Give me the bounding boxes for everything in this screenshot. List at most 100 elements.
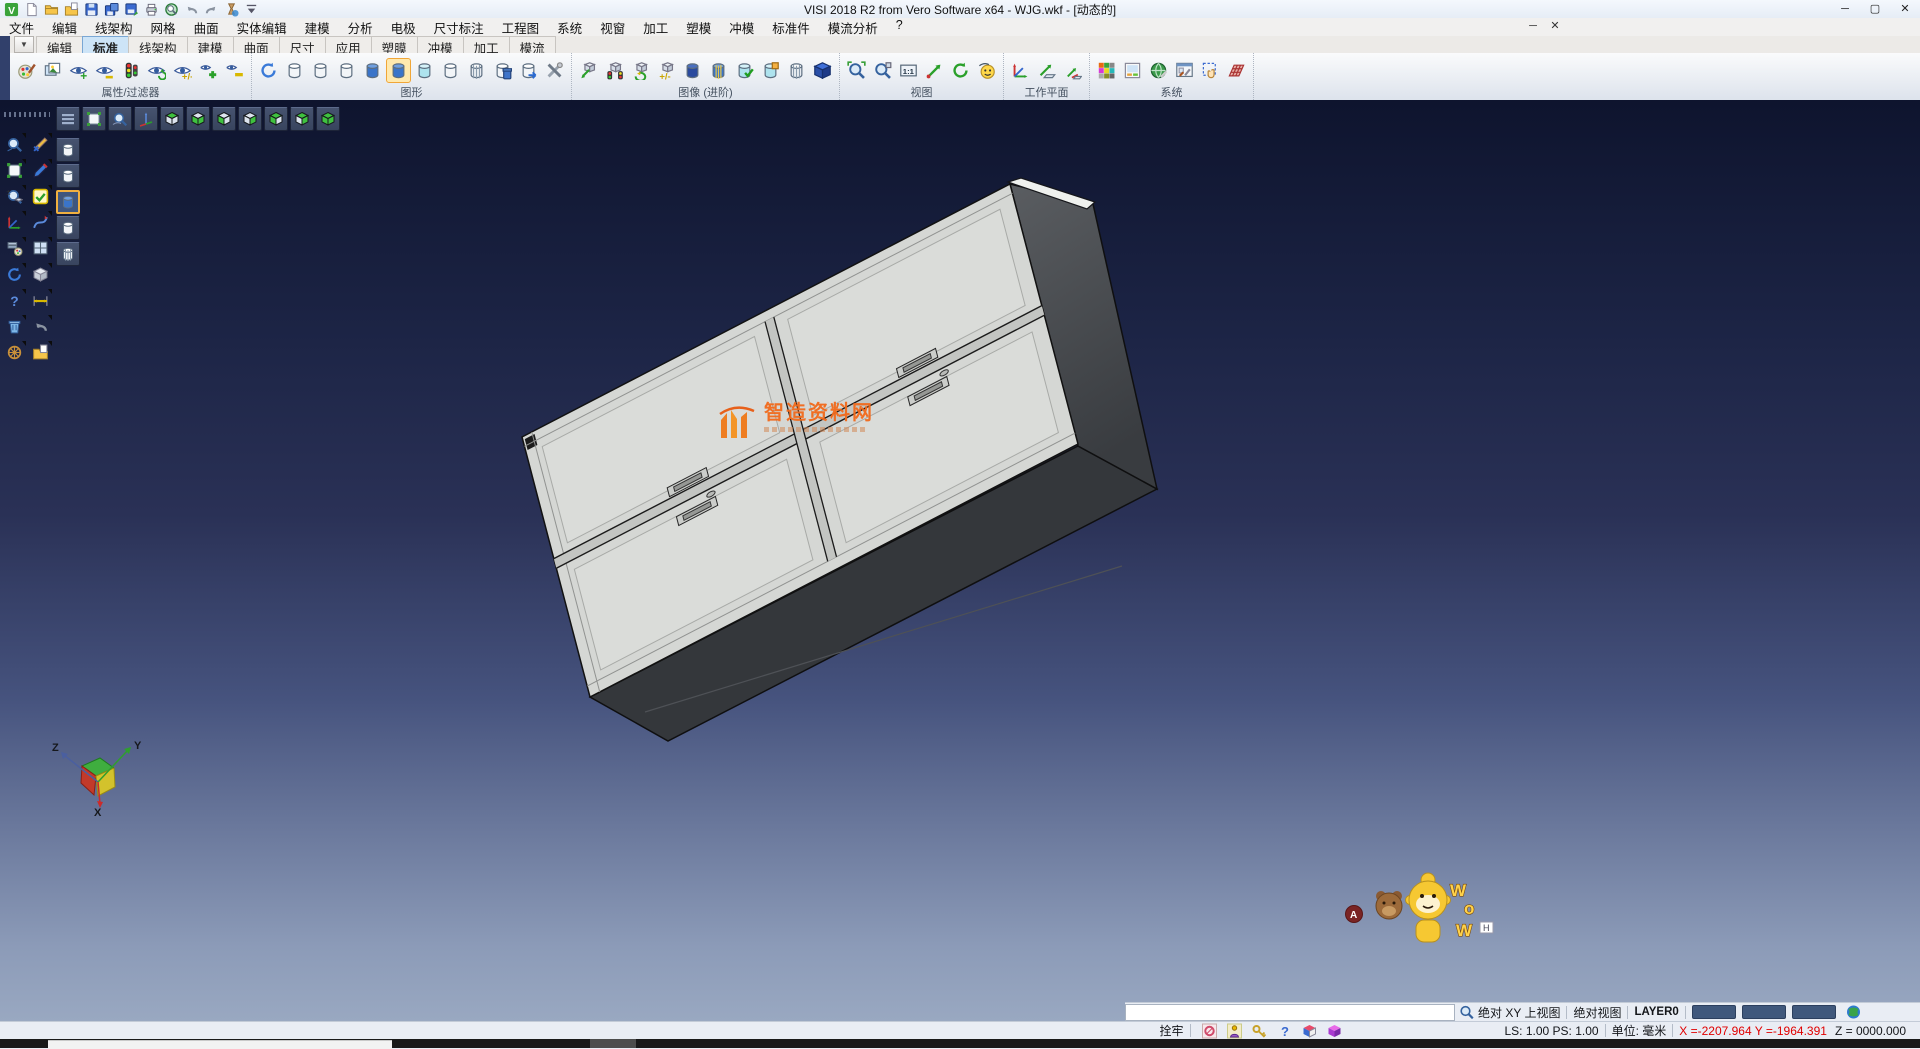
show-all[interactable] [196, 58, 221, 83]
hidden-line-mode[interactable] [56, 164, 80, 188]
3d-viewport[interactable]: ±? Z Y X 智造资料网 [0, 100, 1920, 1021]
maximize-button[interactable]: ▢ [1860, 1, 1890, 18]
new-file-icon[interactable] [23, 2, 40, 17]
workplane-triad[interactable] [3, 211, 26, 234]
refresh-view[interactable] [948, 58, 973, 83]
current-layer[interactable]: LAYER0 [1634, 1006, 1678, 1018]
filter-hide-remove[interactable] [92, 58, 117, 83]
transparent-mode[interactable] [56, 242, 80, 266]
image-capture[interactable] [1120, 58, 1145, 83]
ribbon-tab[interactable]: 建模 [187, 36, 234, 53]
image-add[interactable] [576, 58, 601, 83]
render-mode[interactable] [810, 58, 835, 83]
measure-distance[interactable] [29, 289, 52, 312]
qat-more-icon[interactable] [243, 2, 260, 17]
image-traffic[interactable] [602, 58, 627, 83]
workplane-face[interactable] [1034, 58, 1059, 83]
close-button[interactable]: ✕ [1890, 1, 1920, 18]
workplane-set[interactable] [1008, 58, 1033, 83]
filter-show-add[interactable]: + [66, 58, 91, 83]
visi-logo-icon[interactable]: V [3, 2, 20, 17]
doc-close-button[interactable]: ✕ [1544, 18, 1566, 35]
search-icon[interactable] [1458, 1004, 1475, 1020]
cabinet-3d-model[interactable] [0, 100, 1920, 1021]
status-user-icon[interactable] [1226, 1023, 1243, 1039]
save-all-icon[interactable] [123, 2, 140, 17]
status-record-icon[interactable] [1201, 1023, 1218, 1039]
menu-item[interactable]: 尺寸标注 [425, 17, 493, 38]
color-table[interactable] [1094, 58, 1119, 83]
ribbon-tab[interactable]: 线架构 [128, 36, 188, 53]
regen-graphics[interactable] [256, 58, 281, 83]
spline-edit[interactable] [29, 211, 52, 234]
hide-all[interactable] [222, 58, 247, 83]
context-help[interactable]: ? [3, 289, 26, 312]
view-bottom[interactable] [186, 107, 210, 131]
view-iso[interactable] [316, 107, 340, 131]
undo-view[interactable] [29, 315, 52, 338]
ribbon-tab[interactable]: 塑膜 [371, 36, 418, 53]
transparent-cylinder[interactable] [412, 58, 437, 83]
tab-dropdown-button[interactable]: ▼ [14, 36, 34, 53]
menu-item[interactable]: 实体编辑 [228, 17, 296, 38]
grid-options[interactable] [1224, 58, 1249, 83]
menu-item[interactable]: 加工 [634, 17, 677, 38]
menu-item[interactable]: 标准件 [763, 17, 819, 38]
pan-view[interactable] [922, 58, 947, 83]
attribute-brush[interactable] [14, 58, 39, 83]
view-mode[interactable]: 绝对视图 [1573, 1004, 1621, 1021]
image-gallery[interactable] [40, 58, 65, 83]
save-icon[interactable] [83, 2, 100, 17]
system-options[interactable] [1146, 58, 1171, 83]
purge-graphics[interactable] [490, 58, 515, 83]
status-package-icon[interactable] [1301, 1023, 1318, 1039]
wireframe-cylinder[interactable] [282, 58, 307, 83]
palette-drag-handle[interactable] [4, 112, 50, 117]
status-search-box[interactable] [1125, 1004, 1455, 1021]
print-preview-icon[interactable] [163, 2, 180, 17]
view-right[interactable] [290, 107, 314, 131]
zoom-window[interactable] [3, 159, 26, 182]
redo-icon[interactable] [203, 2, 220, 17]
graphics-options[interactable] [542, 58, 567, 83]
erase-entity[interactable] [29, 133, 52, 156]
shaded-cylinder[interactable] [360, 58, 385, 83]
filter-refresh[interactable] [144, 58, 169, 83]
solid-view[interactable] [680, 58, 705, 83]
import-file-icon[interactable] [63, 2, 80, 17]
triad-toggle[interactable] [134, 107, 158, 131]
view-left[interactable] [264, 107, 288, 131]
zoom-previous[interactable] [3, 133, 26, 156]
multi-view[interactable] [29, 237, 52, 260]
layer-palette[interactable] [3, 237, 26, 260]
open-recent[interactable] [29, 341, 52, 364]
zoom-scale[interactable]: ± [3, 185, 26, 208]
confirm-selection[interactable] [29, 185, 52, 208]
menu-item[interactable]: 线架构 [86, 17, 142, 38]
snap-lock-toggle[interactable]: 拴牢 [1159, 1022, 1183, 1039]
undo-icon[interactable] [183, 2, 200, 17]
ribbon-tab[interactable]: 冲模 [417, 36, 464, 53]
dashed-cylinder[interactable] [334, 58, 359, 83]
filter-traffic[interactable] [118, 58, 143, 83]
view-back[interactable] [238, 107, 262, 131]
view-top[interactable] [160, 107, 184, 131]
menu-item[interactable]: 视窗 [591, 17, 634, 38]
view-orientation[interactable] [974, 58, 999, 83]
menu-item[interactable]: 建模 [296, 17, 339, 38]
solid-report[interactable] [758, 58, 783, 83]
menu-item[interactable]: 塑模 [677, 17, 720, 38]
regenerate[interactable] [3, 263, 26, 286]
ribbon-tab[interactable]: 模流 [509, 36, 556, 53]
ribbon-tab[interactable]: 编辑 [36, 36, 83, 53]
wireframe-mode[interactable] [56, 138, 80, 162]
history-icon[interactable] [223, 2, 240, 17]
print-icon[interactable] [143, 2, 160, 17]
image-regen[interactable] [628, 58, 653, 83]
validate-solid[interactable] [732, 58, 757, 83]
navigation-wheel[interactable] [3, 341, 26, 364]
menu-item[interactable]: 网格 [142, 17, 185, 38]
menu-item[interactable]: 曲面 [185, 17, 228, 38]
status-solid-icon[interactable] [1326, 1023, 1343, 1039]
ribbon-tab[interactable]: 加工 [463, 36, 510, 53]
